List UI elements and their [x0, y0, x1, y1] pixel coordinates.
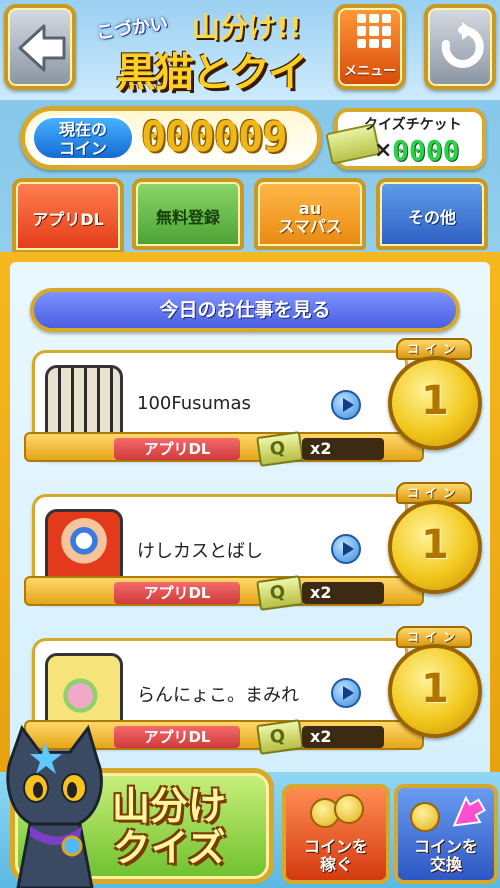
- coin-icon: [334, 794, 364, 824]
- ticket-label: クイズチケット: [364, 117, 462, 133]
- play-icon[interactable]: [331, 534, 361, 564]
- coin-reward: コイン 1: [384, 338, 486, 460]
- ticket-reward: x2: [302, 726, 384, 748]
- tab-app-dl-label: アプリDL: [32, 210, 104, 229]
- coin-icon: 1: [388, 500, 482, 594]
- ticket-reward: x2: [302, 582, 384, 604]
- coin-reward-value: 1: [421, 666, 449, 712]
- coin-reward-value: 1: [421, 522, 449, 568]
- earn-coins-label: コインを 稼ぐ: [303, 837, 368, 874]
- quiz-ticket-balance: クイズチケット × 0000: [325, 108, 486, 170]
- coin-icon: [410, 802, 440, 832]
- exchange-arrow-icon: [452, 795, 486, 827]
- ticket-multiplier: ×: [374, 138, 393, 163]
- exchange-coins-label: コインを 交換: [413, 837, 478, 874]
- coin-count: 000009: [141, 112, 288, 161]
- list-item[interactable]: けしカスとばし アプリDL Q x2 コイン 1: [24, 482, 492, 620]
- ticket-reward: x2: [302, 438, 384, 460]
- coin-reward: コイン 1: [384, 626, 486, 748]
- tab-au-label-line1: au: [298, 199, 322, 218]
- earn-coins-button[interactable]: コインを 稼ぐ: [282, 784, 390, 884]
- category-tag: アプリDL: [114, 438, 240, 460]
- play-icon[interactable]: [331, 390, 361, 420]
- todays-jobs-button[interactable]: 今日のお仕事を見る: [30, 288, 460, 332]
- coin-balance-label: 現在の コイン: [31, 115, 135, 161]
- coin-reward: コイン 1: [384, 482, 486, 604]
- content-panel: 今日のお仕事を見る 100Fusumas アプリDL Q x2 コイン 1 けし…: [0, 252, 500, 782]
- coin-label-line2: コイン: [58, 139, 107, 158]
- tab-app-dl[interactable]: アプリDL: [12, 178, 124, 254]
- tab-other-label: その他: [407, 208, 456, 227]
- back-arrow-icon: [18, 24, 66, 72]
- black-cat-mascot: [6, 724, 103, 888]
- coin-icon: 1: [388, 644, 482, 738]
- category-tag: アプリDL: [114, 726, 240, 748]
- coin-balance: 現在の コイン 000009: [20, 106, 322, 170]
- ticket-count: 0000: [392, 134, 460, 167]
- item-name: けしカスとばし: [137, 541, 263, 562]
- play-icon[interactable]: [331, 678, 361, 708]
- list-item[interactable]: 100Fusumas アプリDL Q x2 コイン 1: [24, 338, 492, 476]
- exchange-coins-button[interactable]: コインを 交換: [394, 784, 498, 884]
- offer-info-band: アプリDL Q x2: [24, 575, 424, 611]
- tab-free-register[interactable]: 無料登録: [132, 178, 244, 250]
- game-logo: こづかい 山分け!! 黒猫とクイズ: [84, 2, 330, 154]
- ticket-icon: Q: [256, 719, 304, 755]
- category-tag: アプリDL: [114, 582, 240, 604]
- menu-label: メニュー: [343, 64, 396, 79]
- reload-button[interactable]: [424, 4, 496, 90]
- coin-icon: 1: [388, 356, 482, 450]
- tab-au-label-line2: スマパス: [278, 217, 342, 236]
- coin-reward-value: 1: [421, 378, 449, 424]
- coin-label-line1: 現在の: [58, 120, 107, 139]
- ticket-icon: Q: [256, 431, 304, 467]
- ticket-icon: Q: [256, 575, 304, 611]
- item-name: らんにょこ。まみれ: [137, 685, 299, 706]
- back-button[interactable]: [4, 4, 76, 90]
- offer-info-band: アプリDL Q x2: [24, 431, 424, 467]
- menu-button[interactable]: メニュー: [334, 4, 406, 90]
- tab-au-smartpass[interactable]: au スマパス: [254, 178, 366, 250]
- grid-menu-icon: [357, 14, 391, 48]
- reload-icon: [441, 22, 484, 68]
- item-name: 100Fusumas: [137, 393, 251, 414]
- tab-other[interactable]: その他: [376, 178, 488, 250]
- tab-free-register-label: 無料登録: [155, 208, 220, 227]
